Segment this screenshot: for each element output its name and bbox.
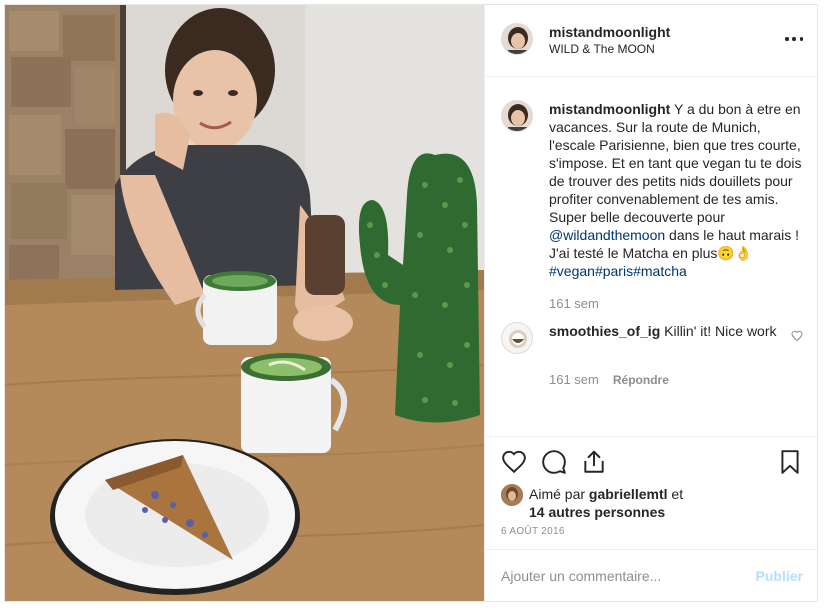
post-actions: Aimé par gabriellemtl et 14 autres person… [485, 436, 819, 549]
caption-username[interactable]: mistandmoonlight [549, 101, 670, 117]
add-comment-bar: Publier [485, 549, 819, 601]
dot [792, 37, 796, 41]
comment-heart-icon[interactable] [791, 330, 803, 342]
likes-others-link[interactable]: 14 autres personnes [529, 504, 665, 520]
author-avatar[interactable] [501, 23, 533, 55]
post-panel: mistandmoonlight WILD & The MOON mistand… [484, 5, 819, 601]
publish-button[interactable]: Publier [756, 568, 803, 584]
caption-age[interactable]: 161 sem [549, 296, 599, 311]
commenter-username[interactable]: smoothies_of_ig [549, 323, 660, 339]
caption-text: mistandmoonlight Y a du bon à etre en va… [549, 100, 803, 280]
comment-icon[interactable] [541, 449, 567, 475]
hashtag-link[interactable]: #vegan [549, 263, 595, 279]
hashtag-link[interactable]: #matcha [633, 263, 687, 279]
reply-button[interactable]: Répondre [613, 373, 669, 387]
caption-avatar[interactable] [501, 100, 533, 132]
avatar-image [501, 484, 523, 506]
comment-body: Killin' it! Nice work [660, 323, 777, 339]
post-date[interactable]: 6 août 2016 [501, 526, 565, 537]
commenter-avatar[interactable] [501, 322, 533, 354]
share-icon[interactable] [581, 449, 607, 475]
avatar-image [502, 101, 532, 131]
dot [799, 37, 803, 41]
likes-mid: et [667, 486, 684, 502]
comment-meta: 161 sem Répondre [549, 372, 669, 387]
comment-text: smoothies_of_ig Killin' it! Nice work [549, 322, 785, 340]
post-header: mistandmoonlight WILD & The MOON [485, 5, 819, 77]
likes-summary: Aimé par gabriellemtl et 14 autres person… [529, 485, 799, 521]
comment-age[interactable]: 161 sem [549, 372, 599, 387]
avatar-image [502, 24, 532, 54]
likes-prefix: Aimé par [529, 486, 589, 502]
post-photo[interactable] [5, 5, 484, 601]
post-location[interactable]: WILD & The MOON [549, 42, 655, 56]
instagram-post: mistandmoonlight WILD & The MOON mistand… [4, 4, 819, 602]
photo-illustration [5, 5, 484, 601]
comments-section[interactable]: mistandmoonlight Y a du bon à etre en va… [485, 78, 819, 435]
avatar-image [502, 323, 532, 353]
caption-text-1: Y a du bon à etre en vacances. Sur la ro… [549, 101, 802, 225]
liker-avatar[interactable] [501, 484, 523, 506]
bookmark-icon[interactable] [777, 449, 803, 475]
mention-link[interactable]: @wildandthemoon [549, 227, 665, 243]
hashtag-link[interactable]: #paris [595, 263, 633, 279]
liker-username[interactable]: gabriellemtl [589, 486, 668, 502]
more-horizontal-icon[interactable] [785, 31, 803, 47]
caption-meta: 161 sem [549, 296, 599, 311]
comment-input[interactable] [501, 566, 741, 586]
dot [785, 37, 789, 41]
heart-icon[interactable] [501, 449, 527, 475]
author-username[interactable]: mistandmoonlight [549, 24, 670, 40]
